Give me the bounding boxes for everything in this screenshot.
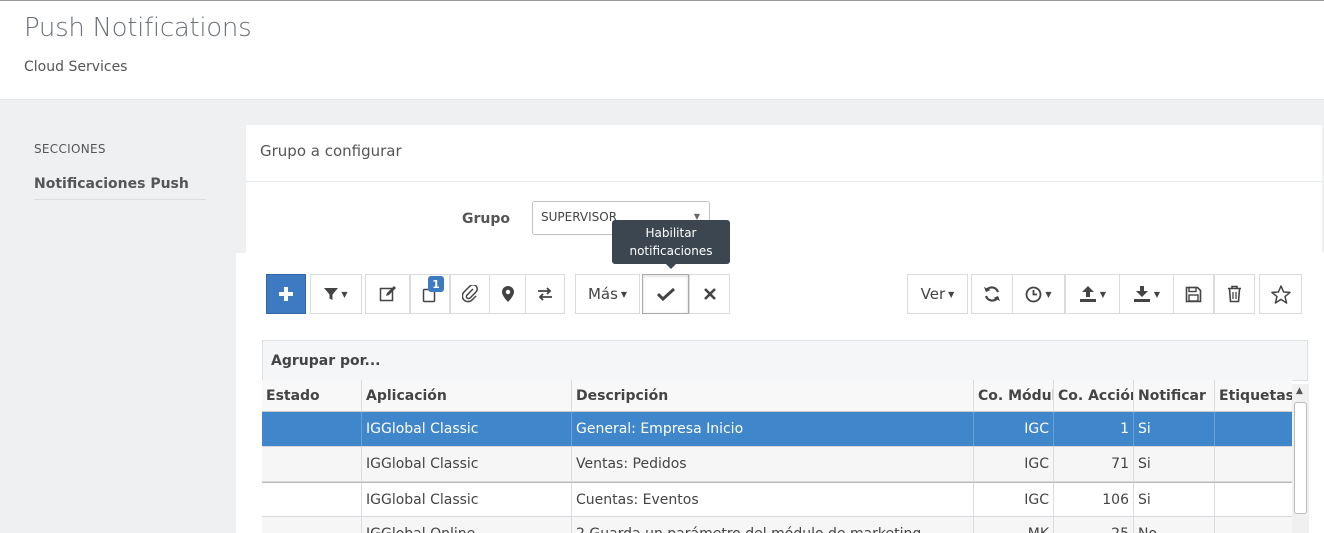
cell-notificar: Si (1134, 447, 1215, 481)
download-button[interactable]: ▼ (1119, 274, 1174, 314)
filter-button[interactable]: ▼ (310, 274, 362, 314)
cell-estado (262, 447, 362, 481)
check-icon (656, 287, 675, 301)
add-button[interactable] (266, 274, 306, 314)
sidebar-item-notificaciones-push[interactable]: Notificaciones Push (34, 176, 206, 200)
delete-button[interactable] (1214, 274, 1255, 314)
cell-notificar: Si (1134, 412, 1215, 446)
cell-etiquetas (1215, 517, 1292, 533)
chevron-down-icon: ▼ (1153, 289, 1161, 299)
cell-descripcion: 2 Guarda un parámetro del módulo de mark… (572, 517, 974, 533)
exchange-icon (538, 287, 552, 301)
attach-button[interactable] (450, 274, 490, 314)
download-icon (1133, 286, 1150, 302)
star-icon (1270, 284, 1291, 304)
edit-button[interactable] (365, 274, 410, 314)
chevron-down-icon: ▼ (1099, 289, 1107, 299)
chevron-down-icon: ▼ (948, 289, 955, 299)
more-label: Más (587, 285, 618, 303)
sidebar-heading: SECCIONES (34, 142, 106, 156)
table-scrollbar[interactable]: ▲ (1292, 384, 1309, 533)
upload-icon (1079, 286, 1096, 302)
trash-icon (1228, 285, 1241, 303)
disable-notifications-button[interactable] (689, 274, 730, 314)
cell-descripcion: Cuentas: Eventos (572, 483, 974, 516)
table-header: Estado Aplicación Descripción Co. Módulo… (262, 380, 1292, 412)
table-row[interactable]: IGGlobal Classic General: Empresa Inicio… (262, 412, 1292, 447)
cell-co-modulo: IGC (974, 412, 1054, 446)
cell-co-accion: 1 (1054, 412, 1134, 446)
group-label: Grupo (462, 211, 511, 227)
group-select-value: SUPERVISOR (541, 210, 618, 224)
cell-descripcion: General: Empresa Inicio (572, 412, 974, 446)
plus-icon (279, 287, 293, 301)
edit-icon (379, 286, 396, 302)
refresh-icon (984, 286, 1000, 302)
close-icon (703, 288, 716, 300)
floppy-icon (1185, 286, 1202, 302)
cell-estado (262, 412, 362, 446)
refresh-button[interactable] (971, 274, 1013, 314)
cell-co-modulo: IGC (974, 447, 1054, 481)
cell-etiquetas (1215, 412, 1292, 446)
cell-estado (262, 483, 362, 516)
cell-descripcion: Ventas: Pedidos (572, 447, 974, 481)
save-button[interactable] (1173, 274, 1214, 314)
cell-co-modulo: IGC (974, 483, 1054, 516)
cell-co-accion: 106 (1054, 483, 1134, 516)
cell-etiquetas (1215, 447, 1292, 481)
cell-co-accion: 25 (1054, 517, 1134, 533)
cell-estado (262, 517, 362, 533)
scroll-thumb[interactable] (1294, 402, 1307, 514)
panel-title: Grupo a configurar (246, 125, 1322, 182)
cell-aplicacion: IGGlobal Classic (362, 483, 572, 516)
filter-icon (324, 288, 339, 300)
clock-icon (1026, 286, 1042, 302)
column-header-descripcion[interactable]: Descripción (572, 380, 974, 411)
favorite-button[interactable] (1259, 274, 1302, 314)
cell-aplicacion: IGGlobal Classic (362, 412, 572, 446)
table-row[interactable]: IGGlobal Classic Cuentas: Eventos IGC 10… (262, 482, 1292, 517)
page-header: Push Notifications Cloud Services (0, 0, 1324, 100)
view-label: Ver (920, 285, 946, 303)
column-header-co-modulo[interactable]: Co. Módulo (974, 380, 1054, 411)
table-row[interactable]: IGGlobal Classic Ventas: Pedidos IGC 71 … (262, 447, 1292, 482)
column-header-estado[interactable]: Estado (262, 380, 362, 411)
column-header-notificar[interactable]: Notificar (1134, 380, 1215, 411)
map-marker-icon (501, 286, 514, 302)
count-badge: 1 (428, 276, 444, 292)
paperclip-icon (462, 285, 478, 303)
sidebar: SECCIONES Notificaciones Push (34, 142, 206, 200)
chevron-down-icon: ▼ (1045, 289, 1052, 299)
cell-aplicacion: IGGlobal Online (362, 517, 572, 533)
group-by-bar[interactable]: Agrupar por... (262, 340, 1308, 381)
column-header-co-accion[interactable]: Co. Acción (1054, 380, 1134, 411)
cell-etiquetas (1215, 483, 1292, 516)
chevron-down-icon: ▼ (620, 289, 628, 299)
cell-co-modulo: MK (974, 517, 1054, 533)
cell-co-accion: 71 (1054, 447, 1134, 481)
tooltip-enable-notifications: Habilitar notificaciones (612, 220, 730, 269)
tooltip-line: notificaciones (629, 244, 713, 258)
chevron-down-icon: ▼ (341, 289, 348, 299)
history-button[interactable]: ▼ (1012, 274, 1065, 314)
more-button[interactable]: Más ▼ (575, 274, 640, 314)
tooltip-line: Habilitar (645, 226, 697, 240)
table-row[interactable]: IGGlobal Online 2 Guarda un parámetro de… (262, 517, 1292, 533)
cell-notificar: No (1134, 517, 1215, 533)
upload-button[interactable]: ▼ (1065, 274, 1120, 314)
column-header-etiquetas[interactable]: Etiquetas (1215, 380, 1292, 411)
transfer-button[interactable] (525, 274, 565, 314)
page-subtitle: Cloud Services (24, 59, 128, 75)
notifications-table: Estado Aplicación Descripción Co. Módulo… (262, 380, 1292, 533)
scroll-up-icon[interactable]: ▲ (1296, 386, 1303, 396)
cell-notificar: Si (1134, 483, 1215, 516)
enable-notifications-button[interactable] (642, 274, 689, 314)
cell-aplicacion: IGGlobal Classic (362, 447, 572, 481)
page-title: Push Notifications (24, 13, 252, 43)
view-button[interactable]: Ver ▼ (907, 274, 968, 314)
column-header-aplicacion[interactable]: Aplicación (362, 380, 572, 411)
config-panel: Grupo a configurar Grupo SUPERVISOR ▼ (246, 125, 1322, 255)
location-button[interactable] (489, 274, 526, 314)
